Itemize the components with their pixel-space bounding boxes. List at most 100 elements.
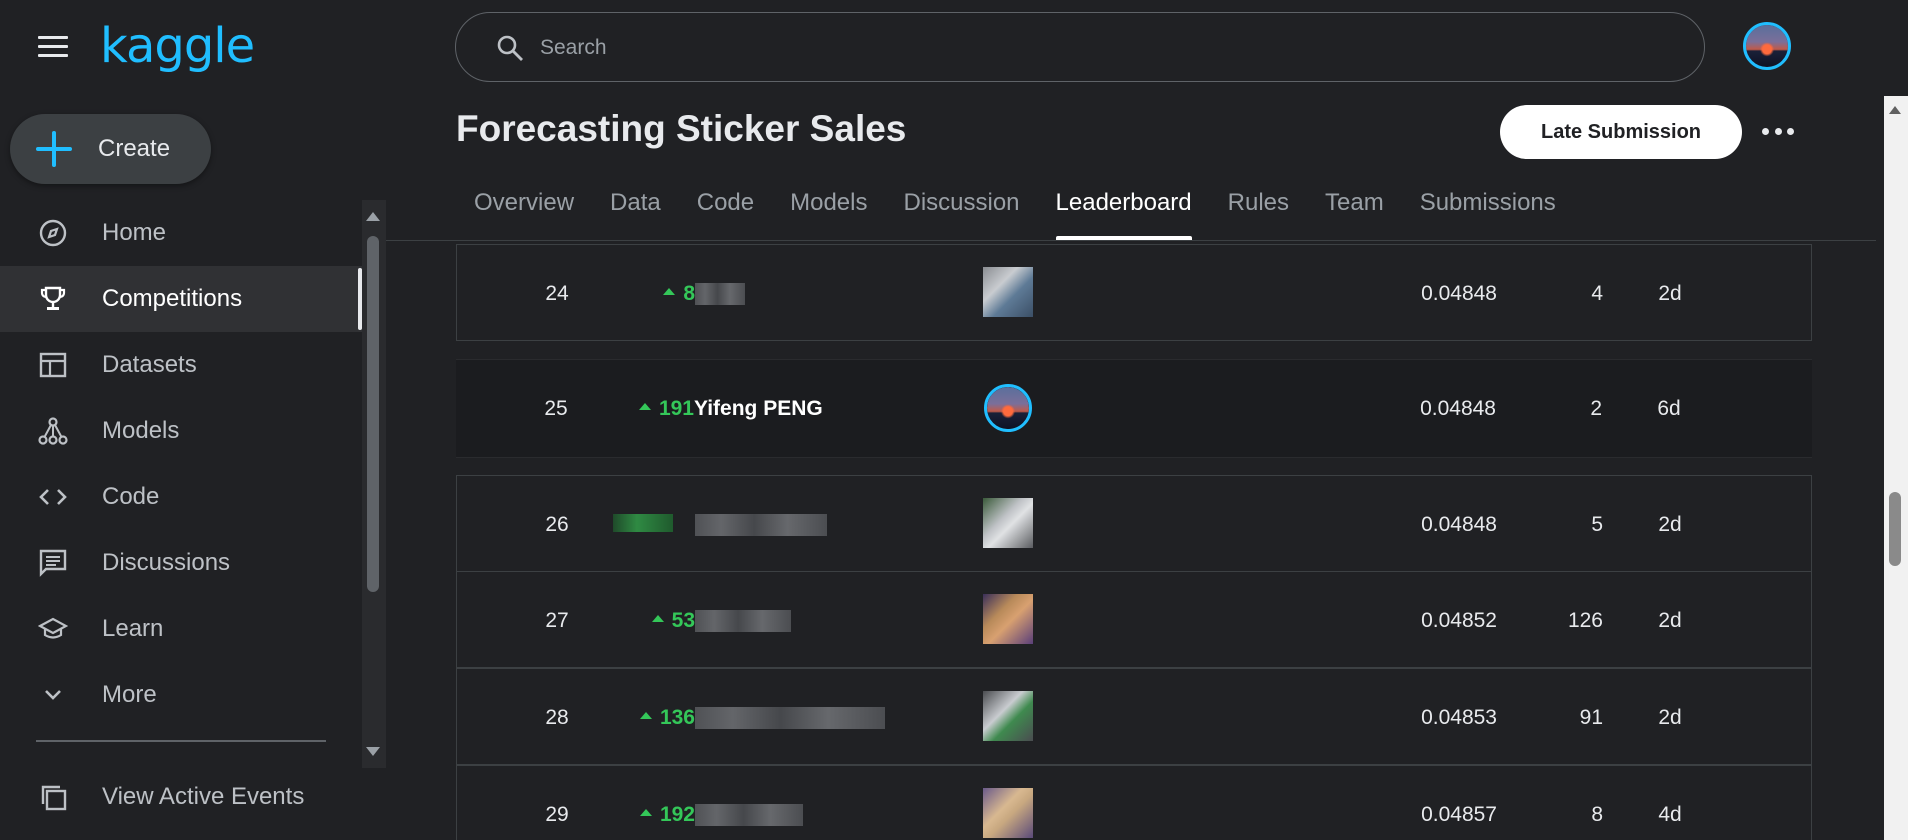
sidebar-item-label: Datasets	[102, 351, 197, 378]
rank-up-icon	[639, 711, 652, 719]
scroll-up-arrow-icon[interactable]	[1889, 106, 1901, 114]
table-row[interactable]: 29 192 0.04857 8 4d	[456, 765, 1812, 840]
last-submission-cell: 2d	[1658, 609, 1682, 632]
rank-cell: 28	[545, 706, 569, 729]
trophy-icon	[40, 286, 66, 310]
sidebar-item-label: More	[102, 681, 157, 708]
team-member-avatar[interactable]	[983, 498, 1033, 548]
table-row[interactable]: 28 136 0.04853 91 2d	[456, 668, 1812, 765]
sidebar-item-label: Models	[102, 417, 180, 444]
team-name-blurred[interactable]	[695, 283, 745, 305]
tab-overview[interactable]: Overview	[456, 180, 592, 240]
tab-rules[interactable]: Rules	[1210, 180, 1307, 240]
entries-cell: 8	[1591, 803, 1603, 826]
table-row[interactable]: 26 0.04848 5 2d	[456, 475, 1812, 572]
page-scroll-thumb[interactable]	[1889, 492, 1901, 566]
rank-change-cell: 191	[606, 360, 694, 457]
team-name-blurred[interactable]	[695, 610, 791, 632]
rank-cell: 25	[544, 397, 568, 420]
rank-change-blurred	[613, 514, 673, 532]
tab-discussion[interactable]: Discussion	[885, 180, 1037, 240]
rank-change-value: 191	[658, 397, 694, 420]
rank-cell: 26	[545, 513, 569, 536]
rank-change-value: 192	[659, 803, 695, 826]
table-row[interactable]: 27 53 0.04852 126 2d	[456, 571, 1812, 668]
rank-cell: 27	[545, 609, 569, 632]
table-row-current-user[interactable]: 25 191 Yifeng PENG 0.04848 2 6d	[456, 360, 1812, 457]
sidebar-item-label: Competitions	[102, 285, 243, 312]
team-name-blurred[interactable]	[695, 514, 827, 536]
copy-stack-icon	[41, 785, 67, 811]
tab-leaderboard[interactable]: Leaderboard	[1038, 180, 1210, 240]
more-options-icon[interactable]	[1762, 121, 1794, 141]
table-icon	[39, 352, 67, 378]
sidebar: kaggle Create Home Competitions Datasets…	[0, 0, 386, 840]
rank-up-icon	[651, 614, 664, 622]
team-name[interactable]: Yifeng PENG	[694, 360, 954, 457]
sidebar-item-discussions[interactable]: Discussions	[0, 530, 362, 596]
avatar-image	[987, 387, 1029, 429]
rank-change-value: 53	[671, 609, 695, 632]
hamburger-menu-icon[interactable]	[38, 36, 68, 60]
sidebar-item-models[interactable]: Models	[0, 398, 362, 464]
compass-icon	[39, 219, 67, 247]
entries-cell: 126	[1567, 609, 1603, 632]
kaggle-logo[interactable]: kaggle	[100, 18, 255, 74]
page-scrollbar[interactable]	[1884, 96, 1908, 840]
graduation-cap-icon	[38, 617, 68, 639]
sidebar-item-label: Learn	[102, 615, 164, 642]
score-cell: 0.04853	[1421, 706, 1497, 729]
rank-change-value: 8	[683, 282, 695, 305]
rank-change-cell: 53	[607, 572, 695, 669]
score-cell: 0.04848	[1421, 282, 1497, 305]
score-cell: 0.04848	[1420, 397, 1496, 420]
tab-team[interactable]: Team	[1307, 180, 1402, 240]
entries-cell: 2	[1590, 397, 1602, 420]
sidebar-item-label: Discussions	[102, 549, 231, 576]
sidebar-divider	[36, 740, 326, 742]
last-submission-cell: 2d	[1658, 513, 1682, 536]
team-member-avatar[interactable]	[983, 594, 1033, 644]
rank-up-icon	[639, 808, 652, 816]
team-name-blurred[interactable]	[695, 804, 803, 826]
team-member-avatar[interactable]	[984, 384, 1032, 432]
create-button[interactable]: Create	[10, 114, 211, 184]
search-bar[interactable]	[455, 12, 1705, 82]
models-icon	[38, 417, 68, 445]
table-row[interactable]: 24 8 0.04848 4 2d	[456, 244, 1812, 341]
sidebar-item-learn[interactable]: Learn	[0, 596, 362, 662]
search-icon	[497, 35, 523, 61]
team-member-avatar[interactable]	[983, 691, 1033, 741]
view-active-events-link[interactable]: View Active Events	[0, 764, 362, 830]
score-cell: 0.04848	[1421, 513, 1497, 536]
team-name-blurred[interactable]	[695, 707, 885, 729]
scroll-up-arrow-icon[interactable]	[366, 212, 380, 221]
page-title: Forecasting Sticker Sales	[456, 108, 907, 149]
sidebar-nav: Home Competitions Datasets Models Code D…	[0, 200, 362, 728]
entries-cell: 5	[1591, 513, 1603, 536]
entries-cell: 91	[1579, 706, 1603, 729]
tab-submissions[interactable]: Submissions	[1402, 180, 1574, 240]
sidebar-scrollbar[interactable]	[362, 200, 386, 768]
sidebar-item-datasets[interactable]: Datasets	[0, 332, 362, 398]
sidebar-item-more[interactable]: More	[0, 662, 362, 728]
tab-data[interactable]: Data	[592, 180, 679, 240]
sidebar-item-home[interactable]: Home	[0, 200, 362, 266]
tab-code[interactable]: Code	[679, 180, 772, 240]
sidebar-item-code[interactable]: Code	[0, 464, 362, 530]
rank-up-icon	[638, 402, 651, 410]
tab-models[interactable]: Models	[772, 180, 885, 240]
tabs-divider	[386, 240, 1876, 241]
search-input[interactable]	[538, 27, 1642, 69]
rank-change-value: 136	[659, 706, 695, 729]
scroll-down-arrow-icon[interactable]	[366, 747, 380, 756]
view-active-events-label: View Active Events	[102, 783, 305, 810]
team-member-avatar[interactable]	[983, 788, 1033, 838]
late-submission-button[interactable]: Late Submission	[1500, 105, 1742, 159]
sidebar-scroll-thumb[interactable]	[367, 236, 379, 592]
team-member-avatar[interactable]	[983, 267, 1033, 317]
rank-cell: 29	[545, 803, 569, 826]
user-avatar[interactable]	[1743, 22, 1791, 70]
chevron-down-icon	[45, 690, 61, 700]
sidebar-item-competitions[interactable]: Competitions	[0, 266, 362, 332]
